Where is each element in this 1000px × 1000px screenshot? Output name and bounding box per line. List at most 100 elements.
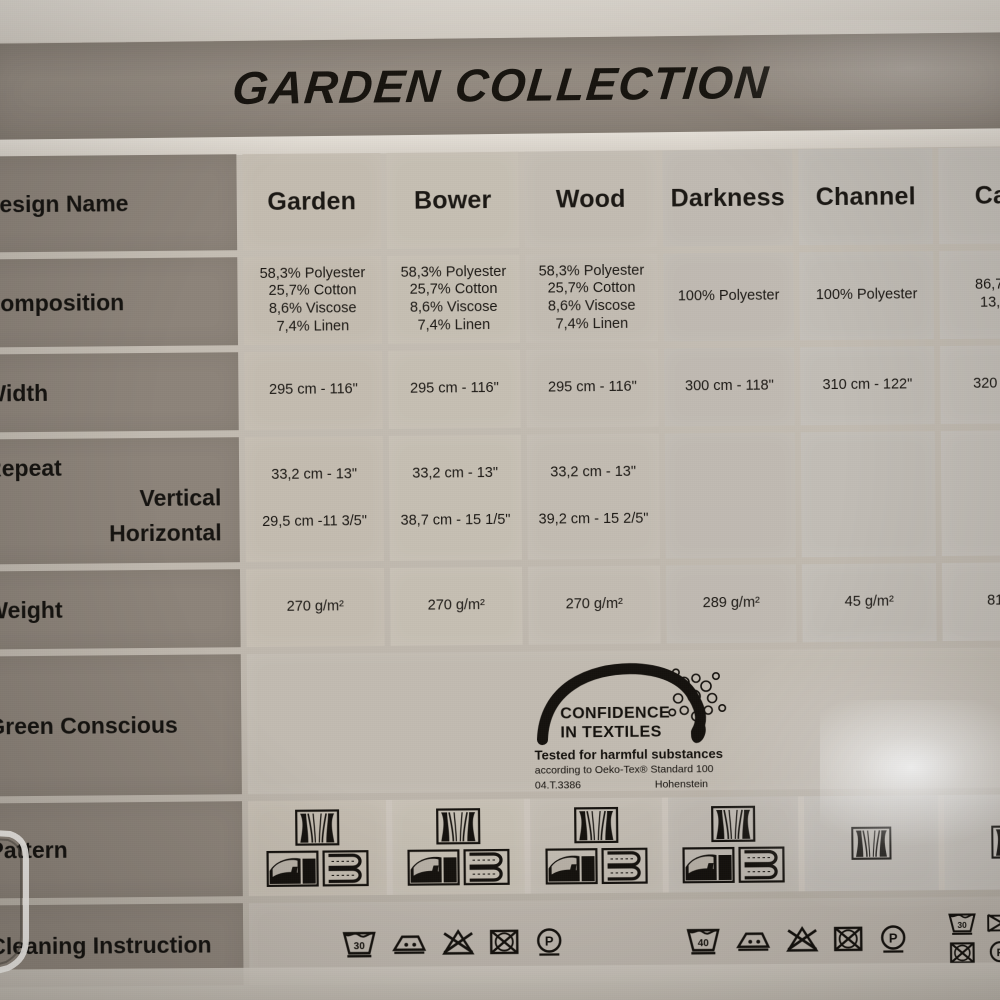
oeko-tex-logo: CONFIDENCE IN TEXTILES Tested for harmfu… <box>526 660 737 792</box>
repeat-channel <box>800 431 936 558</box>
care-symbol-row: 30 P <box>341 926 565 958</box>
no-tumble-dry-icon <box>489 929 519 955</box>
comp-line: 25,7% Cotton <box>547 280 636 297</box>
oeko-line-6: Hohenstein <box>654 778 709 791</box>
composition-wood: 58,3% Polyester 25,7% Cotton 8,6% Viscos… <box>525 253 659 343</box>
repeat-sublabel-vertical: Vertical <box>139 484 222 512</box>
comp-line: 7,4% Linen <box>555 315 629 333</box>
upholstery-icon <box>545 848 598 885</box>
weight-bower: 270 g/m² <box>389 566 523 646</box>
wash-temp-label: 30 <box>354 941 366 952</box>
oeko-line-5: 04.T.3386 <box>534 779 582 792</box>
repeat-horizontal: 38,7 cm - 15 1/5" <box>400 511 511 529</box>
column-header-bower: Bower <box>386 151 520 249</box>
composition-garden: 58,3% Polyester 25,7% Cotton 8,6% Viscos… <box>243 255 383 346</box>
dryclean-p-icon: P <box>881 925 906 953</box>
page-title: GARDEN COLLECTION <box>230 55 772 115</box>
width-darkness: 300 cm - 118" <box>664 347 795 427</box>
iron-two-dot-icon <box>392 935 427 954</box>
repeat-cage <box>940 429 1000 557</box>
table-row-cleaning-instruction: Cleaning Instruction 30 P 40 P 30 P <box>0 896 1000 988</box>
comp-line: 58,3% Polyester <box>538 262 645 280</box>
iron-two-dot-icon <box>736 932 771 951</box>
wash-temp-label: 40 <box>698 938 710 949</box>
oeko-line-2: IN TEXTILES <box>560 723 662 742</box>
cleaning-instruction-cells: 30 P 40 P 30 P <box>243 896 1000 986</box>
dryclean-p-icon: P <box>989 941 1000 963</box>
comp-line: 8,6% Viscose <box>547 297 636 315</box>
table-row-repeat: Repeat Vertical Horizontal 33,2 cm - 13"… <box>0 429 1000 565</box>
composition-cage: 86,7% Po 13,3% L <box>939 249 1000 340</box>
pattern-icon-top-row <box>295 809 340 846</box>
care-symbol-grid: 30 P <box>947 909 1000 966</box>
row-label-composition: Composition <box>0 257 239 348</box>
pattern-bower <box>391 798 525 895</box>
comp-line: 86,7% Po <box>975 276 1000 294</box>
repeat-bower: 33,2 cm - 13" 38,7 cm - 15 1/5" <box>388 434 522 561</box>
table-row-pattern: Pattern <box>0 793 1000 899</box>
table-row-width: Width 295 cm - 116" 295 cm - 116" 295 cm… <box>0 344 1000 433</box>
repeat-wood: 33,2 cm - 13" 39,2 cm - 15 2/5" <box>526 433 660 560</box>
width-cells: 295 cm - 116" 295 cm - 116" 295 cm - 116… <box>238 344 1000 431</box>
comp-line: 100% Polyester <box>815 286 918 304</box>
repeat-garden: 33,2 cm - 13" 29,5 cm -11 3/5" <box>244 435 384 563</box>
design-name-cells: Garden Bower Wood Darkness Channel Cage <box>236 146 1000 251</box>
row-label-pattern: Pattern <box>0 801 243 899</box>
repeat-vertical: 33,2 cm - 13" <box>412 465 499 483</box>
cleaning-group-darkness-channel: 40 P <box>663 923 931 955</box>
pattern-channel <box>803 795 939 892</box>
wash-30-icon: 30 <box>948 913 976 935</box>
care-symbol-row: 40 P <box>685 923 909 955</box>
pattern-wood <box>529 797 663 894</box>
comp-line: 8,6% Viscose <box>409 298 498 316</box>
width-garden: 295 cm - 116" <box>244 350 383 431</box>
pattern-icon-top-row <box>851 826 892 860</box>
repeat-darkness <box>664 432 796 559</box>
weight-cage: 81 g/m <box>941 561 1000 642</box>
cleaning-merged-cell: 30 P 40 P 30 P <box>248 896 1000 986</box>
curtain-drape-icon <box>851 826 892 860</box>
repeat-sublabel-horizontal: Horizontal <box>109 519 222 547</box>
bedding-icon <box>463 848 510 886</box>
wash-temp-label: 30 <box>957 920 967 930</box>
row-label-weight: Weight <box>0 569 241 650</box>
row-label-cleaning-instruction: Cleaning Instruction <box>0 903 244 988</box>
cleaning-group-garden-bower-wood: 30 P <box>249 926 657 960</box>
pattern-cage <box>943 793 1000 891</box>
repeat-vertical: 33,2 cm - 13" <box>271 466 358 484</box>
comp-line: 8,6% Viscose <box>268 300 357 317</box>
column-header-cage: Cage <box>938 146 1000 245</box>
pattern-icon-bottom-row <box>545 847 648 885</box>
no-tumble-dry-icon <box>949 942 975 964</box>
table-row-green-conscious: Green Conscious CONFIDENCE IN TEXTILES T… <box>0 647 1000 797</box>
weight-darkness: 289 g/m² <box>665 564 797 644</box>
bedding-icon <box>322 850 369 887</box>
pattern-cells <box>242 793 1000 897</box>
no-bleach-icon <box>987 913 1000 933</box>
wash-40-icon: 40 <box>686 928 720 955</box>
width-cage: 320 cm - 1 <box>940 344 1000 425</box>
composition-darkness: 100% Polyester <box>663 252 794 342</box>
repeat-vertical: 33,2 cm - 13" <box>550 464 637 481</box>
no-bleach-icon <box>442 929 475 955</box>
column-header-channel: Channel <box>798 148 934 246</box>
fabric-spec-chart-photo: GARDEN COLLECTION Design Name Garden Bow… <box>0 0 1000 1000</box>
weight-cells: 270 g/m² 270 g/m² 270 g/m² 289 g/m² 45 g… <box>240 561 1000 648</box>
svg-text:P: P <box>545 933 554 948</box>
bedding-icon <box>601 847 648 885</box>
width-wood: 295 cm - 116" <box>526 348 659 428</box>
weight-wood: 270 g/m² <box>527 565 661 645</box>
comp-line: 58,3% Polyester <box>400 263 507 281</box>
repeat-horizontal: 29,5 cm -11 3/5" <box>262 513 368 531</box>
curtain-drape-icon <box>711 805 756 843</box>
curtain-drape-icon <box>574 806 619 844</box>
comp-line: 25,7% Cotton <box>409 281 498 299</box>
table-row-design-name: Design Name Garden Bower Wood Darkness C… <box>0 146 1000 253</box>
weight-garden: 270 g/m² <box>245 567 385 648</box>
column-header-wood: Wood <box>524 150 658 248</box>
pattern-garden <box>247 799 387 897</box>
composition-cells: 58,3% Polyester 25,7% Cotton 8,6% Viscos… <box>237 249 1000 346</box>
column-header-garden: Garden <box>242 152 382 251</box>
oeko-line-1: CONFIDENCE <box>560 704 671 723</box>
wash-30-icon: 30 <box>342 931 376 958</box>
